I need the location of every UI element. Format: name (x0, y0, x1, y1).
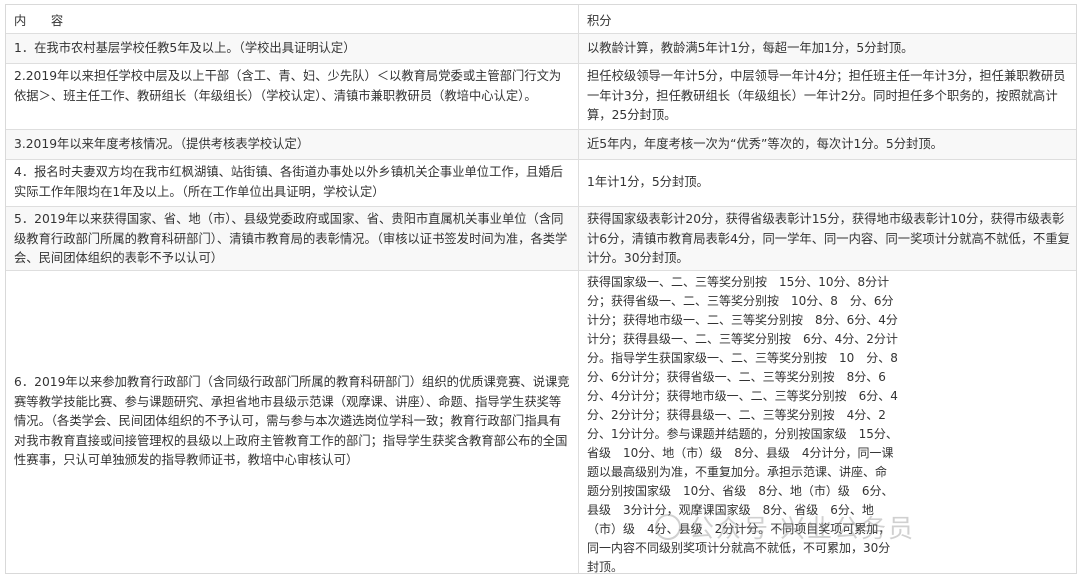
row-score-cell: 担任校级领导一年计5分，中层领导一年计4分；担任班主任一年计3分，担任兼职教研员… (579, 64, 1076, 129)
row-content-cell: 5．2019年以来获得国家、省、地（市）、县级党委政府或国家、省、贵阳市直属机关… (6, 207, 579, 270)
row-score-cell: 以教龄计算，教龄满5年计1分，每超一年加1分，5分封顶。 (579, 34, 1076, 63)
row-content-text: 4．报名时夫妻双方均在我市红枫湖镇、站街镇、各街道办事处以外乡镇机关企事业单位工… (14, 165, 563, 199)
row-content-text: 5．2019年以来获得国家、省、地（市）、县级党委政府或国家、省、贵阳市直属机关… (14, 212, 568, 265)
row-content-cell: 3.2019年以来年度考核情况。（提供考核表学校认定） (6, 130, 579, 159)
row-content-text: 2.2019年以来担任学校中层及以上干部（含工、青、妇、少先队）＜以教育局党委或… (14, 69, 562, 103)
header-score-label: 积分 (587, 14, 612, 28)
table-row: 5．2019年以来获得国家、省、地（市）、县级党委政府或国家、省、贵阳市直属机关… (6, 207, 1076, 271)
row-score-cell: 近5年内，年度考核一次为“优秀”等次的，每次计1分。5分封顶。 (579, 130, 1076, 159)
selection-criteria-table: 内 容 积分 1．在我市农村基层学校任教5年及以上。（学校出具证明认定） 以教龄… (5, 4, 1077, 574)
table-header-row: 内 容 积分 (6, 5, 1076, 34)
table-row: 2.2019年以来担任学校中层及以上干部（含工、青、妇、少先队）＜以教育局党委或… (6, 64, 1076, 130)
row-content-cell: 4．报名时夫妻双方均在我市红枫湖镇、站街镇、各街道办事处以外乡镇机关企事业单位工… (6, 160, 579, 206)
row-content-text: 6．2019年以来参加教育行政部门（含同级行政部门所属的教育科研部门）组织的优质… (14, 375, 570, 468)
row-score-text: 以教龄计算，教龄满5年计1分，每超一年加1分，5分封顶。 (587, 40, 914, 55)
row-score-text: 1年计1分，5分封顶。 (587, 175, 709, 190)
row-content-text: 3.2019年以来年度考核情况。（提供考核表学校认定） (14, 136, 310, 151)
row-content-cell: 1．在我市农村基层学校任教5年及以上。（学校出具证明认定） (6, 34, 579, 63)
table-row: 1．在我市农村基层学校任教5年及以上。（学校出具证明认定） 以教龄计算，教龄满5… (6, 34, 1076, 64)
row-score-text: 获得国家级表彰计20分，获得省级表彰计15分，获得地市级表彰计10分，获得市级表… (587, 212, 1070, 265)
row-score-text: 获得国家级一、二、三等奖分别按 15分、10分、8分计分；获得省级一、二、三等奖… (587, 275, 898, 574)
table-row: 6．2019年以来参加教育行政部门（含同级行政部门所属的教育科研部门）组织的优质… (6, 271, 1076, 574)
row-content-cell: 2.2019年以来担任学校中层及以上干部（含工、青、妇、少先队）＜以教育局党委或… (6, 64, 579, 129)
header-content-cell: 内 容 (6, 5, 579, 33)
table-row: 3.2019年以来年度考核情况。（提供考核表学校认定） 近5年内，年度考核一次为… (6, 130, 1076, 160)
row-content-cell: 6．2019年以来参加教育行政部门（含同级行政部门所属的教育科研部门）组织的优质… (6, 271, 579, 573)
row-score-cell: 1年计1分，5分封顶。 (579, 160, 1076, 206)
header-score-cell: 积分 (579, 5, 1076, 33)
row-score-text: 担任校级领导一年计5分，中层领导一年计4分；担任班主任一年计3分，担任兼职教研员… (587, 69, 1066, 122)
table-row: 4．报名时夫妻双方均在我市红枫湖镇、站街镇、各街道办事处以外乡镇机关企事业单位工… (6, 160, 1076, 207)
row-score-cell: 获得国家级一、二、三等奖分别按 15分、10分、8分计分；获得省级一、二、三等奖… (579, 271, 1076, 574)
row-score-cell: 获得国家级表彰计20分，获得省级表彰计15分，获得地市级表彰计10分，获得市级表… (579, 207, 1076, 270)
header-content-label: 内 容 (14, 14, 64, 28)
row-content-text: 1．在我市农村基层学校任教5年及以上。（学校出具证明认定） (14, 40, 356, 55)
row-score-text: 近5年内，年度考核一次为“优秀”等次的，每次计1分。5分封顶。 (587, 136, 943, 151)
